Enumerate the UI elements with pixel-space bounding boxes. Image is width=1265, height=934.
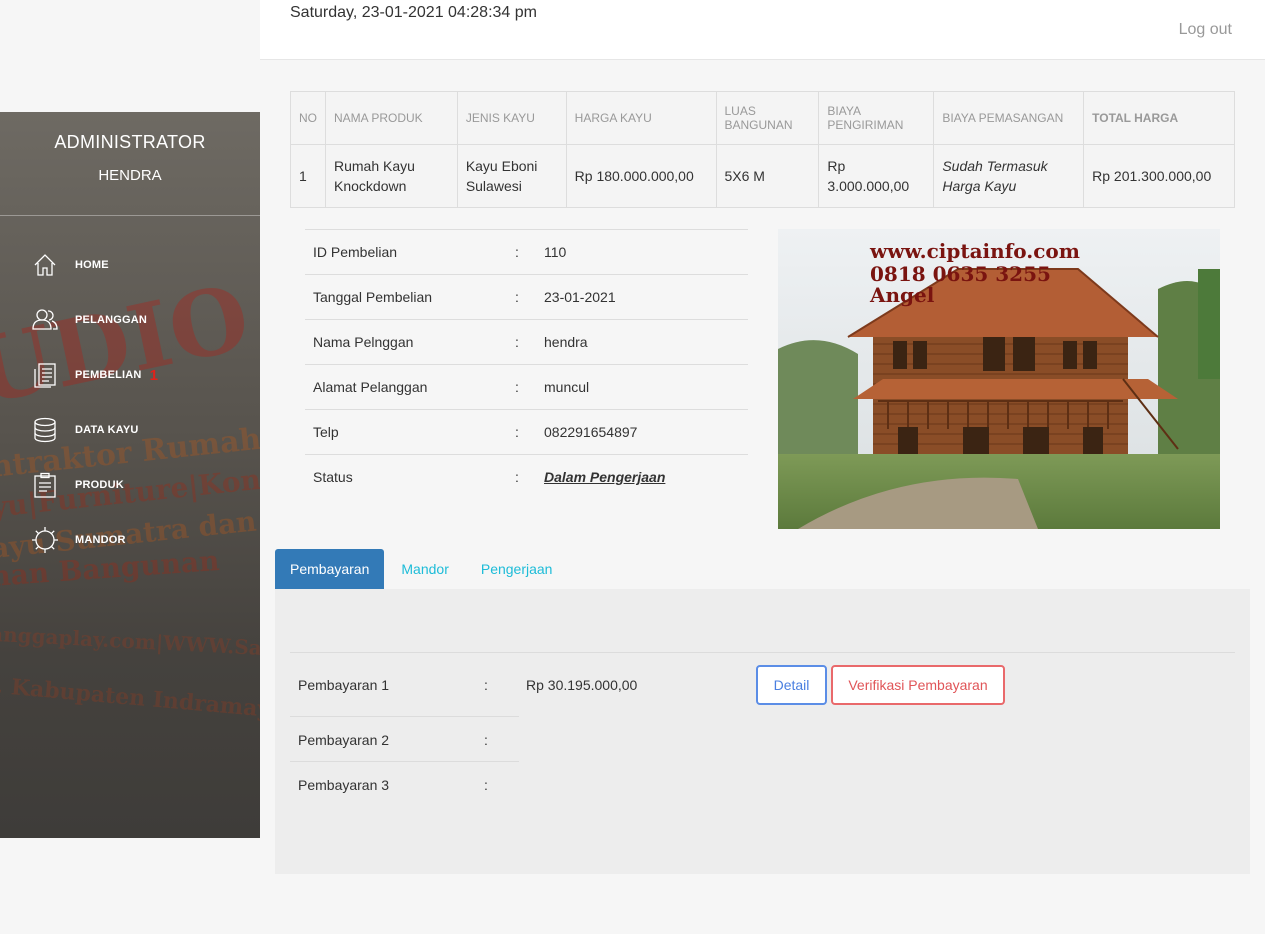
home-icon <box>31 251 59 279</box>
detail-separator: : <box>515 334 519 350</box>
table-cell: Rp 201.300.000,00 <box>1083 144 1235 208</box>
payment-panel: Pembayaran 1 : Rp 30.195.000,00 Detail V… <box>275 589 1250 874</box>
detail-row: Tanggal Pembelian : 23-01-2021 <box>305 274 748 319</box>
column-header: TOTAL HARGA <box>1083 91 1235 145</box>
table-header-row: NO NAMA PRODUK JENIS KAYU HARGA KAYU LUA… <box>290 91 1235 145</box>
sidebar-watermark-line: , Kabupaten Indramayu, Jawa Barat <box>0 672 260 737</box>
detail-label: Status <box>313 469 353 485</box>
detail-separator: : <box>515 289 519 305</box>
table-cell: 5X6 M <box>715 144 820 208</box>
payment-amount: Rp 30.195.000,00 <box>526 677 638 693</box>
user-role: ADMINISTRATOR <box>54 132 206 152</box>
detail-row: ID Pembelian : 110 <box>305 229 748 274</box>
detail-label: Nama Pelnggan <box>313 334 414 350</box>
product-table: NO NAMA PRODUK JENIS KAYU HARGA KAYU LUA… <box>290 91 1235 208</box>
sidebar-item-produk[interactable]: PRODUK <box>0 465 260 505</box>
sidebar-item-data-kayu[interactable]: DATA KAYU <box>0 410 260 450</box>
table-cell: Sudah Termasuk Harga Kayu <box>933 144 1085 208</box>
document-icon <box>31 361 59 389</box>
logout-link[interactable]: Log out <box>1179 21 1232 39</box>
sidebar-item-pelanggan[interactable]: PELANGGAN <box>0 300 260 340</box>
tab-mandor[interactable]: Mandor <box>386 549 463 589</box>
table-cell: Rp 3.000.000,00 <box>818 144 935 208</box>
detail-row: Alamat Pelanggan : muncul <box>305 364 748 409</box>
sidebar-item-label: MANDOR <box>75 534 126 546</box>
table-cell: Kayu Eboni Sulawesi <box>456 144 567 208</box>
tab-pembayaran[interactable]: Pembayaran <box>275 549 385 589</box>
column-header: HARGA KAYU <box>565 91 717 145</box>
detail-value: muncul <box>544 379 590 395</box>
users-icon <box>31 306 59 334</box>
payment-divider <box>290 716 519 717</box>
payment-row: Pembayaran 2 : <box>290 732 519 748</box>
payment-label: Pembayaran 2 <box>298 732 390 748</box>
photo-caption-line: www.ciptainfo.com <box>869 239 1080 263</box>
detail-value: 23-01-2021 <box>544 289 616 305</box>
sidebar-item-home[interactable]: HOME <box>0 245 260 285</box>
sidebar-item-label: DATA KAYU <box>75 424 139 436</box>
photo-caption-line: Angel <box>869 283 935 307</box>
payment-separator: : <box>484 732 488 748</box>
sidebar-item-label: HOME <box>75 259 109 271</box>
sidebar-divider <box>0 215 260 216</box>
tab-pengerjaan[interactable]: Pengerjaan <box>466 549 568 589</box>
detail-label: ID Pembelian <box>313 244 398 260</box>
detail-label: Tanggal Pembelian <box>313 289 433 305</box>
sidebar-item-pembelian[interactable]: PEMBELIAN 1 <box>0 355 260 395</box>
database-icon <box>31 416 59 444</box>
column-header: NO <box>290 91 326 145</box>
sidebar-item-label: PRODUK <box>75 479 124 491</box>
sidebar-item-label: PEMBELIAN <box>75 369 142 381</box>
sidebar-item-mandor[interactable]: MANDOR <box>0 520 260 560</box>
tab-bar: Pembayaran Mandor Pengerjaan <box>275 549 567 589</box>
payment-separator: : <box>484 677 488 693</box>
column-header: LUAS BANGUNAN <box>715 91 820 145</box>
verify-payment-button[interactable]: Verifikasi Pembayaran <box>831 665 1005 705</box>
column-header: JENIS KAYU <box>456 91 567 145</box>
detail-value: 082291654897 <box>544 424 638 440</box>
detail-row: Telp : 082291654897 <box>305 409 748 454</box>
detail-row: Nama Pelnggan : hendra <box>305 319 748 364</box>
payment-label: Pembayaran 1 <box>298 677 390 693</box>
column-header: BIAYA PEMASANGAN <box>933 91 1085 145</box>
sidebar-item-label: PELANGGAN <box>75 314 148 326</box>
detail-value: 110 <box>544 244 567 260</box>
table-cell: 1 <box>290 144 326 208</box>
detail-value: hendra <box>544 334 588 350</box>
current-datetime: Saturday, 23-01-2021 04:28:34 pm <box>290 4 537 21</box>
detail-label: Telp <box>313 424 339 440</box>
panel-divider <box>290 652 1235 653</box>
table-cell: Rumah Kayu Knockdown <box>325 144 458 208</box>
clipboard-icon <box>31 471 59 499</box>
column-header: NAMA PRODUK <box>325 91 458 145</box>
column-header: BIAYA PENGIRIMAN <box>818 91 935 145</box>
payment-divider <box>290 761 519 762</box>
detail-row: Status : Dalam Pengerjaan <box>305 454 748 499</box>
sidebar-watermark-line: anggaplay.com|WWW.Salyan-Kontr <box>0 621 260 667</box>
payment-label: Pembayaran 3 <box>298 777 390 793</box>
detail-label: Alamat Pelanggan <box>313 379 428 395</box>
detail-button[interactable]: Detail <box>756 665 827 705</box>
payment-row: Pembayaran 3 : <box>290 777 519 793</box>
payment-row: Pembayaran 1 : <box>290 677 519 693</box>
detail-separator: : <box>515 469 519 485</box>
payment-separator: : <box>484 777 488 793</box>
table-row: 1 Rumah Kayu Knockdown Kayu Eboni Sulawe… <box>290 144 1235 208</box>
top-bar: Saturday, 23-01-2021 04:28:34 pm Log out <box>260 0 1265 60</box>
table-cell: Rp 180.000.000,00 <box>565 144 717 208</box>
detail-separator: : <box>515 379 519 395</box>
purchase-details: ID Pembelian : 110 Tanggal Pembelian : 2… <box>305 229 748 499</box>
status-value: Dalam Pengerjaan <box>544 469 666 485</box>
user-name: HENDRA <box>98 167 162 184</box>
detail-separator: : <box>515 244 519 260</box>
gear-icon <box>31 526 59 554</box>
notification-badge: 1 <box>149 366 158 384</box>
sidebar: UDIO OPTI ntraktor Rumah Kay yu|Furnitur… <box>0 112 260 838</box>
detail-separator: : <box>515 424 519 440</box>
product-photo: www.ciptainfo.com 0818 0635 3255 Angel <box>778 229 1220 529</box>
